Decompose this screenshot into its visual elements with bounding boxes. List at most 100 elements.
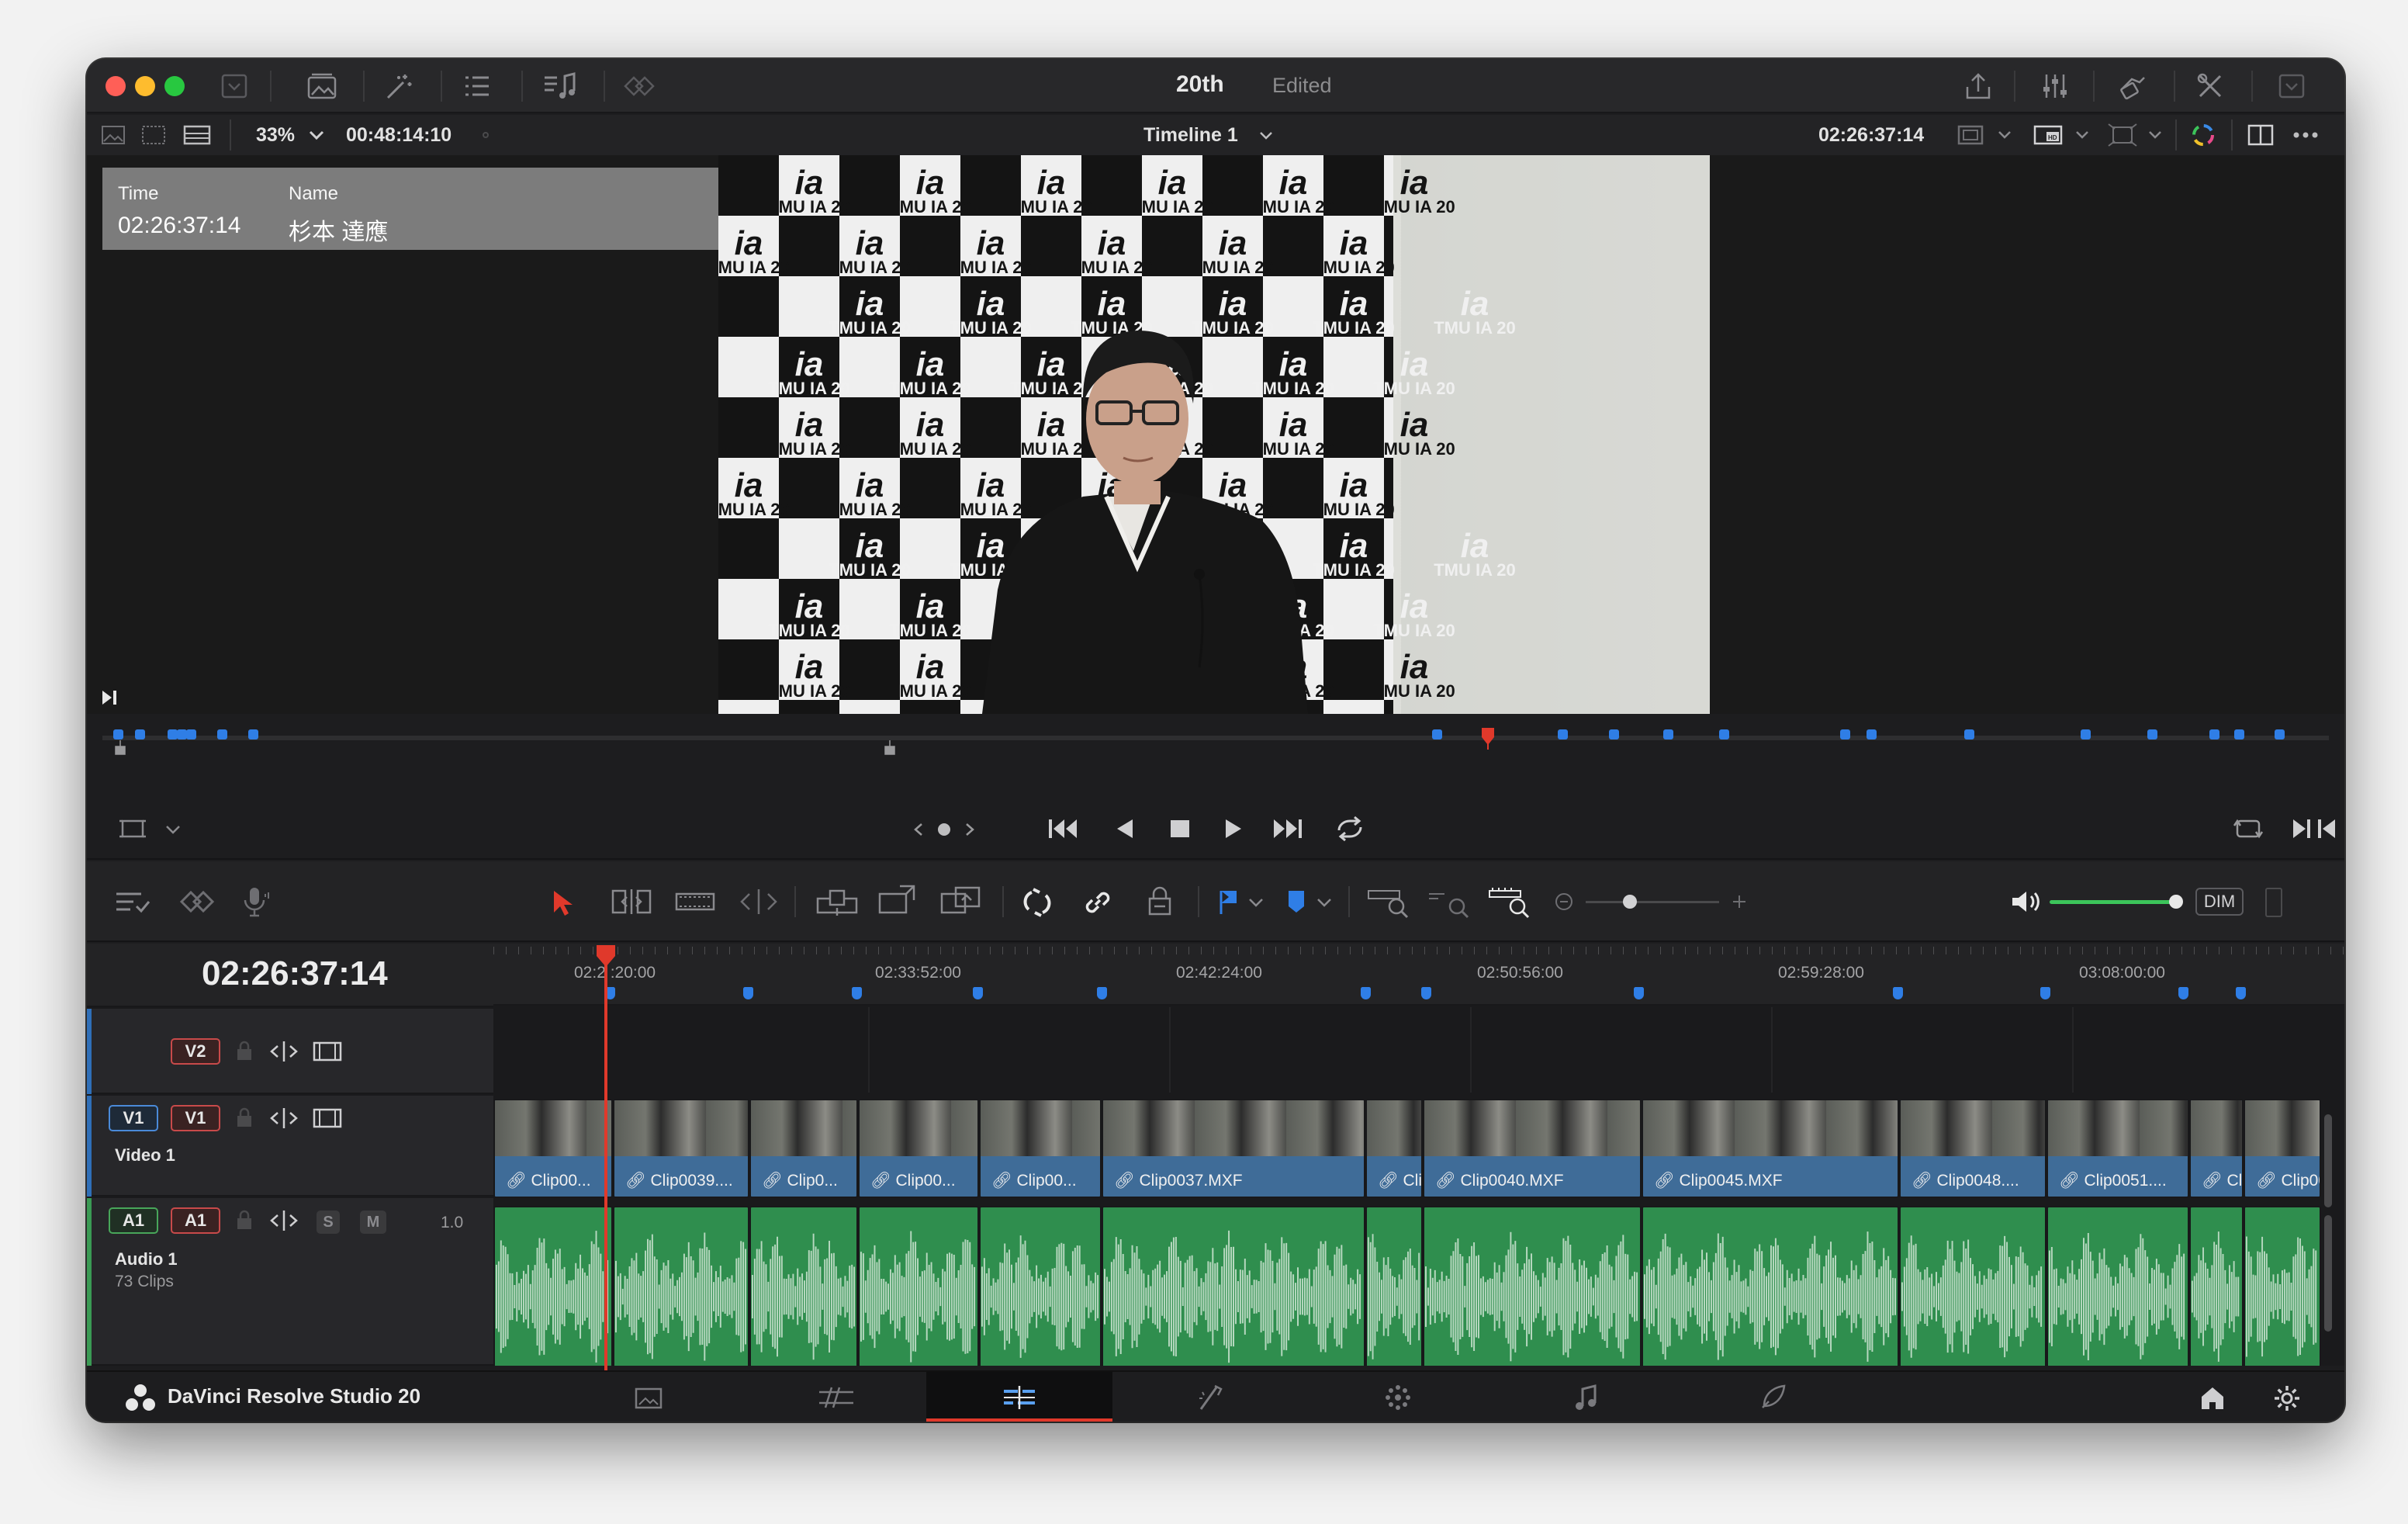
play-reverse-icon[interactable] — [1112, 815, 1136, 843]
media-page-icon[interactable] — [633, 1384, 664, 1411]
go-to-end-icon[interactable] — [1271, 815, 1305, 843]
add-marker-icon[interactable] — [1285, 888, 1308, 916]
ruler-marker-icon[interactable] — [2178, 987, 2188, 999]
ruler-marker-icon[interactable] — [973, 987, 983, 999]
quick-export-icon[interactable] — [1963, 71, 1994, 101]
track-a1-source[interactable]: A1 — [109, 1207, 158, 1234]
loop-playback-icon[interactable] — [2233, 816, 2264, 841]
timeline-marker-icon[interactable] — [1719, 729, 1729, 739]
color-page-icon[interactable] — [1382, 1383, 1413, 1412]
timeline-marker-icon[interactable] — [2081, 729, 2091, 739]
chevron-down-icon[interactable] — [307, 126, 326, 144]
zoom-slider[interactable] — [1586, 901, 1719, 903]
out-point-marker-icon[interactable] — [883, 740, 897, 757]
timeline-marker-icon[interactable] — [1558, 729, 1568, 739]
zoom-slider-handle[interactable] — [1623, 895, 1637, 909]
audio-meter-toggle[interactable] — [2265, 888, 2282, 917]
track-v2-target[interactable]: V2 — [171, 1038, 220, 1065]
volume-slider[interactable] — [2050, 900, 2175, 904]
media-pool-icon[interactable] — [306, 71, 338, 101]
track-video-toggle-icon[interactable] — [312, 1107, 343, 1130]
dim-button[interactable]: DIM — [2195, 888, 2244, 916]
zoom-detail-icon[interactable] — [1426, 885, 1471, 919]
playhead-head-icon[interactable] — [595, 944, 617, 968]
ruler-marker-icon[interactable] — [1097, 987, 1107, 999]
in-point-marker-icon[interactable] — [113, 740, 127, 757]
go-to-start-icon[interactable] — [1046, 815, 1080, 843]
inspector-toggle-icon[interactable] — [621, 73, 658, 99]
ripple-delete-icon[interactable] — [177, 888, 219, 916]
timeline-marker-icon[interactable] — [1867, 729, 1877, 739]
dual-viewer-icon[interactable] — [2247, 123, 2275, 147]
transform-overlay-icon[interactable] — [2107, 123, 2138, 147]
audio-clip[interactable]: 🔗︎ Cli... — [2189, 1206, 2244, 1366]
trim-edit-icon[interactable] — [610, 886, 653, 917]
overwrite-clip-icon[interactable] — [877, 883, 917, 917]
blade-icon[interactable] — [737, 886, 780, 917]
video-clip[interactable]: 🔗︎ Clip0040.MXF — [1423, 1099, 1642, 1198]
volume-icon[interactable] — [2009, 889, 2040, 914]
audio-clip[interactable]: 🔗︎ Clip00... — [858, 1206, 979, 1366]
ruler-marker-icon[interactable] — [2236, 987, 2246, 999]
timeline-marker-icon[interactable] — [1840, 729, 1850, 739]
timeline-marker-icon[interactable] — [248, 729, 258, 739]
timeline-marker-icon[interactable] — [135, 729, 145, 739]
auto-select-icon[interactable] — [268, 1209, 299, 1232]
track-a1-volume[interactable]: 1.0 — [441, 1214, 463, 1232]
video-clip[interactable]: 🔗︎ Clip... — [1365, 1099, 1423, 1198]
ruler-marker-icon[interactable] — [852, 987, 862, 999]
snapping-icon[interactable] — [1021, 886, 1054, 919]
cut-page-icon[interactable] — [816, 1384, 856, 1411]
stop-icon[interactable] — [1167, 815, 1193, 843]
zoom-in-icon[interactable] — [1730, 892, 1749, 911]
lock-icon[interactable] — [234, 1107, 254, 1130]
panel-dropdown-icon[interactable] — [220, 73, 248, 99]
scrub-track[interactable] — [102, 736, 2329, 740]
ruler-marker-icon[interactable] — [2040, 987, 2050, 999]
video-clip[interactable]: 🔗︎ Clip0045.MXF — [1642, 1099, 1899, 1198]
lock-icon[interactable] — [234, 1040, 254, 1063]
previous-frame-icon[interactable] — [2315, 816, 2338, 841]
play-icon[interactable] — [1221, 815, 1244, 843]
viewer-format-icon[interactable] — [1956, 123, 1984, 147]
home-icon[interactable] — [2199, 1384, 2226, 1411]
color-wheel-icon[interactable] — [2189, 121, 2217, 149]
timeline-marker-icon[interactable] — [217, 729, 227, 739]
viewer-crop-icon[interactable] — [118, 816, 147, 841]
timeline-view-options-icon[interactable] — [113, 888, 152, 916]
effects-wand-icon[interactable] — [383, 71, 414, 102]
chevron-down-icon[interactable] — [1257, 126, 1275, 144]
tracks-area[interactable]: 🔗︎ Clip00... 🔗︎ Clip0039.... 🔗︎ Clip0... 🔗︎… — [493, 1007, 2321, 1366]
zoom-level[interactable]: 33% — [256, 124, 295, 147]
minimize-window-button[interactable] — [135, 76, 155, 96]
edit-index-icon[interactable] — [462, 73, 492, 99]
audio-vertical-scrollbar[interactable] — [2324, 1215, 2332, 1332]
viewer[interactable]: Time Name 02:26:37:14 杉本 達應 ia TMU IA 20… — [87, 155, 2344, 714]
timeline-ruler[interactable]: 02:2 :20:00 02:33:52:00 02:42:24:00 02:5… — [493, 944, 2344, 1006]
replace-clip-icon[interactable] — [939, 883, 984, 917]
sound-library-icon[interactable] — [541, 71, 577, 101]
tools-icon[interactable] — [2195, 71, 2226, 101]
timeline-playhead[interactable] — [604, 951, 607, 1417]
mute-button[interactable]: M — [360, 1211, 386, 1234]
audio-clip[interactable]: 🔗︎ Clip0... — [749, 1206, 858, 1366]
fairlight-page-icon[interactable] — [1572, 1383, 1600, 1412]
zoom-custom-icon[interactable] — [1486, 885, 1531, 919]
lock-icon[interactable] — [234, 1209, 254, 1232]
solo-button[interactable]: S — [317, 1211, 340, 1234]
zoom-out-icon[interactable] — [1555, 892, 1573, 911]
zoom-full-icon[interactable] — [1365, 885, 1410, 919]
flag-icon[interactable] — [1216, 888, 1240, 916]
next-frame-icon[interactable] — [2290, 816, 2313, 841]
audio-clip[interactable]: 🔗︎ Clip... — [1365, 1206, 1423, 1366]
video-clip[interactable]: 🔗︎ Clip0048.... — [1899, 1099, 2046, 1198]
timeline-marker-icon[interactable] — [113, 729, 123, 739]
voiceover-mic-icon[interactable] — [239, 885, 273, 919]
skip-to-end-overlay-icon[interactable] — [99, 688, 119, 708]
audio-clip[interactable]: 🔗︎ Clip0037.MXF — [1102, 1206, 1365, 1366]
auto-select-icon[interactable] — [268, 1107, 299, 1130]
timeline-marker-icon[interactable] — [2147, 729, 2157, 739]
video-clip[interactable]: 🔗︎ Clip0... — [749, 1099, 858, 1198]
v2-track-lane[interactable] — [493, 1007, 2321, 1093]
ruler-marker-icon[interactable] — [1421, 987, 1431, 999]
